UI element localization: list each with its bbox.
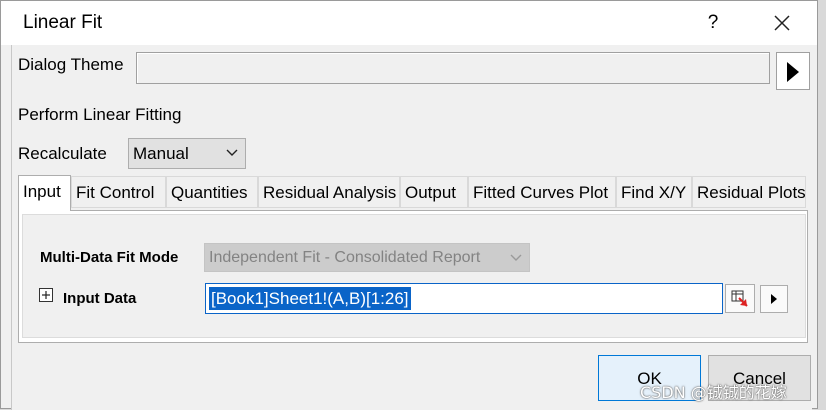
perform-linear-fitting-label: Perform Linear Fitting xyxy=(18,105,182,124)
select-range-icon xyxy=(731,290,748,307)
title-bar: Linear Fit ? xyxy=(1,1,817,45)
dialog-theme-menu-button[interactable] xyxy=(776,52,810,90)
tab-fit-control[interactable]: Fit Control xyxy=(71,176,166,208)
dialog-theme-label: Dialog Theme xyxy=(18,55,124,74)
multi-data-fit-mode-select: Independent Fit - Consolidated Report xyxy=(204,243,530,272)
tab-find-xy[interactable]: Find X/Y xyxy=(616,176,692,208)
multi-data-fit-mode-label: Multi-Data Fit Mode xyxy=(40,249,179,266)
close-icon[interactable] xyxy=(767,9,797,37)
recalculate-select[interactable]: Manual xyxy=(128,138,246,169)
tab-quantities[interactable]: Quantities xyxy=(166,176,258,208)
triangle-right-icon xyxy=(771,294,777,304)
chevron-down-icon xyxy=(226,149,238,156)
input-settings-group: Multi-Data Fit Mode Independent Fit - Co… xyxy=(22,214,806,338)
input-data-field[interactable]: [Book1]Sheet1!(A,B)[1:26] xyxy=(205,283,723,314)
help-button[interactable]: ? xyxy=(701,9,725,37)
watermark-text: CSDN @铖铖的花嫁 xyxy=(640,383,787,402)
recalculate-value: Manual xyxy=(133,144,189,163)
tab-fitted-curves-plot[interactable]: Fitted Curves Plot xyxy=(468,176,616,208)
input-data-label: Input Data xyxy=(63,290,137,307)
multi-data-fit-mode-value: Independent Fit - Consolidated Report xyxy=(209,249,481,266)
dialog-body: Dialog Theme Perform Linear Fitting Reca… xyxy=(11,45,812,410)
input-tab-panel: Multi-Data Fit Mode Independent Fit - Co… xyxy=(18,210,808,343)
chevron-down-icon xyxy=(510,254,522,261)
expand-icon[interactable] xyxy=(39,288,53,302)
tab-output[interactable]: Output xyxy=(400,176,468,208)
tab-residual-plots[interactable]: Residual Plots xyxy=(692,176,806,208)
linear-fit-dialog: Linear Fit ? Dialog Theme Perform Linear… xyxy=(0,0,818,410)
input-data-value: [Book1]Sheet1!(A,B)[1:26] xyxy=(209,287,411,310)
dialog-theme-field[interactable] xyxy=(136,52,770,84)
select-range-button[interactable] xyxy=(725,284,755,313)
tab-input[interactable]: Input xyxy=(18,175,71,211)
dialog-title: Linear Fit xyxy=(23,12,103,33)
tab-residual-analysis[interactable]: Residual Analysis xyxy=(258,176,400,208)
input-data-menu-button[interactable] xyxy=(760,285,788,313)
recalculate-label: Recalculate xyxy=(18,144,107,163)
triangle-right-icon xyxy=(787,62,799,82)
